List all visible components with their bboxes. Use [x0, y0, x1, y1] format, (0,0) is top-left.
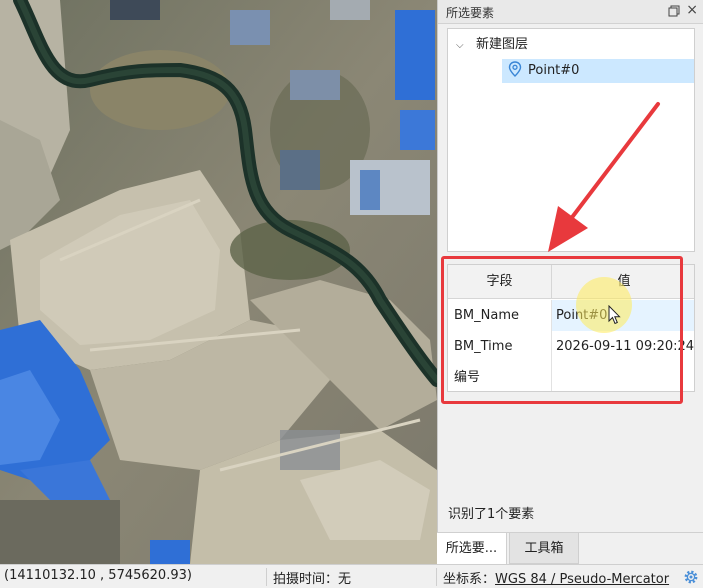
satellite-map-view[interactable] [0, 0, 437, 564]
restore-window-icon[interactable] [668, 5, 680, 17]
status-divider [436, 568, 437, 586]
status-divider [266, 568, 267, 586]
point-label: Point#0 [528, 63, 580, 78]
capture-time: 拍摄时间：无 [273, 572, 352, 587]
tree-point-item[interactable]: Point#0 [502, 59, 694, 83]
map-pin-icon [508, 61, 522, 77]
annotation-arrow-icon [548, 102, 660, 252]
tab-selected-features[interactable]: 所选要... [437, 533, 507, 564]
close-icon[interactable]: × [686, 3, 698, 17]
layer-label: 新建图层 [476, 37, 529, 52]
cursor-coordinates: (14110132.10 , 5745620.93) [4, 568, 192, 583]
panel-tabs: 所选要... 工具箱 [437, 532, 703, 564]
panel-title: 所选要素 [446, 6, 495, 20]
status-bar: (14110132.10 , 5745620.93) 拍摄时间：无 坐标系：WG… [0, 564, 703, 588]
coordinate-system: 坐标系：WGS 84 / Pseudo-Mercator [443, 568, 669, 587]
crs-label: 坐标系： [443, 572, 496, 587]
crs-link[interactable]: WGS 84 / Pseudo-Mercator [495, 572, 669, 587]
identify-status: 识别了1个要素 [448, 507, 535, 522]
panel-title-bar: 所选要素 × [438, 0, 703, 24]
tree-layer-item[interactable]: ⌵ 新建图层 [456, 33, 528, 57]
chevron-down-icon[interactable]: ⌵ [456, 34, 468, 58]
tab-toolbox[interactable]: 工具箱 [509, 533, 579, 564]
gear-icon[interactable] [683, 569, 699, 585]
annotation-highlight-box [441, 256, 683, 404]
